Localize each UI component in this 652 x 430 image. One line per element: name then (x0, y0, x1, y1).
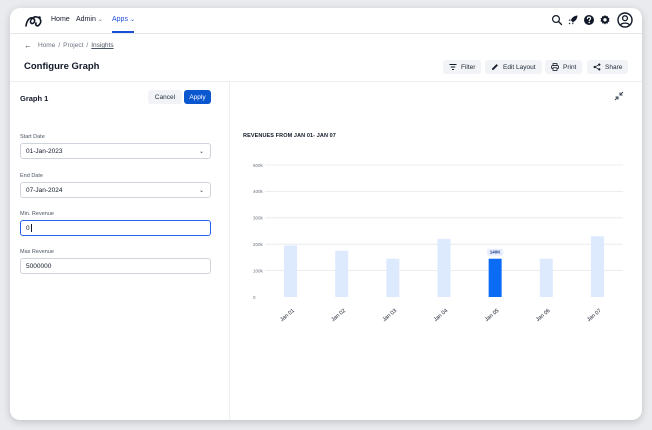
back-arrow-icon[interactable]: ← (24, 41, 34, 50)
edit-layout-label: Edit Layout (503, 63, 536, 71)
x-tick-label: Jan 07 (586, 308, 603, 323)
text-cursor (30, 224, 32, 232)
x-tick-label: Jan 02 (330, 308, 347, 323)
nav-item-home[interactable]: Home (51, 16, 70, 23)
bar (488, 258, 502, 297)
pencil-icon (492, 64, 498, 70)
min-revenue-label: Min. Revenue (20, 211, 54, 217)
x-tick-label: Jan 01 (279, 308, 296, 323)
nav-item-apps[interactable]: Apps ⌄ (112, 16, 135, 23)
chevron-down-icon: ⌄ (97, 17, 103, 23)
min-revenue-value: 0 (26, 224, 30, 232)
app-window: Home Admin ⌄ Apps ⌄ ← Home / Project / I… (10, 8, 642, 420)
bar (539, 258, 553, 297)
y-tick-label: 200k (253, 242, 264, 247)
revenue-bar-chart: 0 100k 200k 300k 400k 500k Jan 01 Jan 02 Jan 03 J… (253, 163, 623, 323)
x-tick-label: Jan 05 (484, 308, 501, 323)
bar (437, 238, 451, 297)
app-logo[interactable] (24, 13, 44, 29)
nav-item-admin-label: Admin (76, 16, 96, 23)
y-tick-label: 300k (253, 216, 264, 221)
y-tick-label: 500k (253, 163, 264, 168)
share-button[interactable]: Share (587, 60, 629, 74)
breadcrumb: ← Home / Project / Insights (24, 41, 114, 51)
cancel-button[interactable]: Cancel (148, 90, 182, 104)
end-date-label: End Date (20, 173, 43, 179)
print-button[interactable]: Print (545, 60, 583, 74)
active-nav-indicator (112, 31, 134, 33)
min-revenue-input[interactable]: 0 (20, 220, 211, 236)
y-tick-label: 400k (253, 189, 264, 194)
graph-title: Graph 1 (20, 94, 49, 103)
x-tick-label: Jan 06 (535, 308, 552, 323)
breadcrumb-separator: / (86, 42, 89, 49)
x-tick-label: Jan 03 (382, 308, 399, 323)
nav-item-admin[interactable]: Admin ⌄ (76, 16, 103, 23)
start-date-value: 01-Jan-2023 (26, 147, 63, 155)
start-date-label: Start Date (20, 134, 45, 140)
breadcrumb-insights[interactable]: Insights (91, 42, 113, 49)
chevron-down-icon: ⌄ (198, 188, 204, 194)
breadcrumb-home[interactable]: Home (38, 42, 55, 49)
bar (284, 245, 298, 297)
breadcrumb-separator: / (58, 42, 61, 49)
edit-layout-button[interactable]: Edit Layout (485, 60, 542, 74)
filter-label: Filter (461, 63, 476, 71)
bar (335, 250, 349, 297)
search-icon[interactable] (551, 14, 563, 26)
apply-button[interactable]: Apply (184, 90, 211, 104)
x-tick-label: Jan 04 (433, 308, 450, 323)
rocket-icon[interactable] (567, 14, 579, 26)
chevron-down-icon: ⌄ (129, 17, 135, 23)
data-label: 140K (490, 250, 502, 255)
y-tick-label: 0 (253, 295, 256, 300)
filter-icon (449, 64, 457, 70)
y-tick-label: 100k (253, 268, 264, 273)
max-revenue-input[interactable]: 5000000 (20, 258, 211, 274)
graph-config-panel: Graph 1 Cancel Apply Start Date 01-Jan-2… (10, 82, 230, 420)
end-date-value: 07-Jan-2024 (26, 186, 63, 194)
bar (386, 258, 400, 297)
share-icon (593, 63, 601, 71)
breadcrumb-project[interactable]: Project (63, 42, 83, 49)
max-revenue-value: 5000000 (26, 262, 52, 270)
nav-item-apps-label: Apps (112, 16, 128, 23)
top-nav: Home Admin ⌄ Apps ⌄ (10, 8, 642, 34)
printer-icon (551, 63, 559, 71)
print-label: Print (563, 63, 577, 71)
page-title: Configure Graph (24, 61, 100, 72)
gear-icon[interactable] (599, 14, 611, 26)
collapse-icon[interactable] (613, 90, 625, 102)
chart-title: REVENUES FROM JAN 01- JAN 07 (243, 133, 336, 139)
user-avatar-icon[interactable] (617, 12, 633, 28)
max-revenue-label: Max Revenue (20, 249, 54, 255)
bar (590, 236, 604, 297)
end-date-select[interactable]: 07-Jan-2024 ⌄ (20, 182, 211, 198)
help-icon[interactable] (583, 14, 595, 26)
start-date-select[interactable]: 01-Jan-2023 ⌄ (20, 143, 211, 159)
share-label: Share (605, 63, 623, 71)
filter-button[interactable]: Filter (443, 60, 482, 74)
chevron-down-icon: ⌄ (198, 149, 204, 155)
